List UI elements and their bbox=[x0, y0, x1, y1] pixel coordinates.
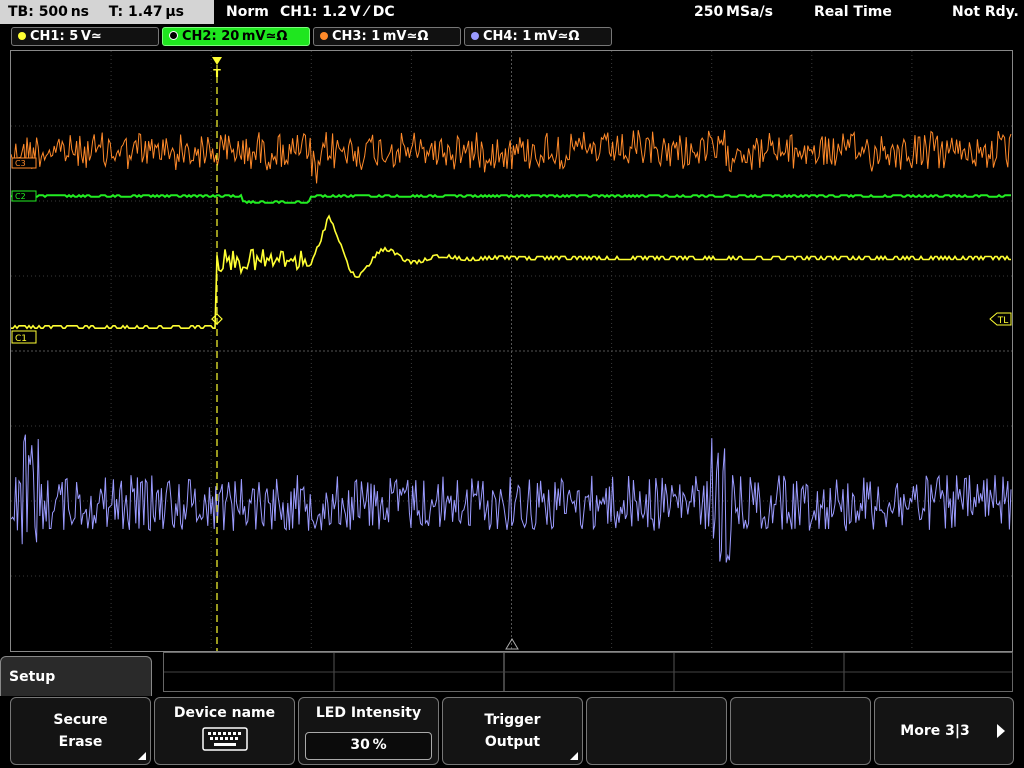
ch4-dot-icon bbox=[471, 32, 479, 40]
ch1-offset-marker[interactable]: C1 bbox=[11, 330, 37, 344]
channel-bar: CH1: 5 V≃ CH2: 20 mV≃Ω CH3: 1 mV≃Ω CH4: … bbox=[0, 24, 1024, 48]
ch3-offset-marker[interactable]: C3 bbox=[11, 157, 37, 169]
trigger-level-label: TL bbox=[997, 316, 1009, 326]
ch2-offset-marker[interactable]: C2 bbox=[11, 190, 37, 202]
sample-rate: 250 MSa/s bbox=[694, 4, 773, 20]
led-intensity-label: LED Intensity bbox=[315, 705, 422, 721]
grid bbox=[11, 51, 1012, 651]
secure-erase-line2: Erase bbox=[58, 734, 103, 750]
trigger-output-line2: Output bbox=[484, 734, 541, 750]
acquisition-mode[interactable]: Real Time bbox=[814, 0, 892, 24]
empty-softkey-5[interactable] bbox=[586, 697, 727, 765]
submenu-triangle-icon bbox=[138, 752, 146, 760]
trigger-output-line1: Trigger bbox=[484, 712, 541, 728]
led-intensity-value[interactable]: 30 % bbox=[305, 732, 432, 760]
trigger-position-marker[interactable]: T bbox=[212, 57, 222, 651]
ch2-dot-icon bbox=[169, 31, 178, 40]
secure-erase-softkey[interactable]: Secure Erase bbox=[10, 697, 151, 765]
ch1-dot-icon bbox=[18, 32, 26, 40]
overview-grid bbox=[164, 653, 1012, 691]
more-label: More 3|3 bbox=[900, 723, 970, 739]
submenu-triangle-icon bbox=[570, 752, 578, 760]
more-softkey[interactable]: More 3|3 bbox=[874, 697, 1014, 765]
device-name-softkey[interactable]: Device name bbox=[154, 697, 295, 765]
channel-3-button[interactable]: CH3: 1 mV≃Ω bbox=[313, 27, 461, 46]
secure-erase-line1: Secure bbox=[53, 712, 108, 728]
led-intensity-softkey[interactable]: LED Intensity 30 % bbox=[298, 697, 439, 765]
arrow-right-icon bbox=[997, 724, 1005, 738]
ch1-label: CH1: 5 V≃ bbox=[30, 29, 102, 44]
ch4-label: CH4: 1 mV≃Ω bbox=[483, 29, 580, 44]
channel-1-button[interactable]: CH1: 5 V≃ bbox=[11, 27, 159, 46]
ch3-dot-icon bbox=[320, 32, 328, 40]
trigger-mode[interactable]: Norm bbox=[226, 0, 269, 24]
keyboard-icon bbox=[201, 727, 248, 755]
trigger-level-marker[interactable]: TL bbox=[989, 312, 1012, 326]
traces bbox=[11, 129, 1012, 563]
ch3-marker-label: C3 bbox=[15, 159, 26, 168]
trigger-status: Not Rdy. bbox=[952, 4, 1019, 20]
ch2-marker-label: C2 bbox=[15, 192, 26, 201]
menu-title: Setup bbox=[9, 669, 56, 685]
channel-4-button[interactable]: CH4: 1 mV≃Ω bbox=[464, 27, 612, 46]
waveform-canvas[interactable]: T TL C1 C2 C3 bbox=[11, 51, 1012, 651]
waveform-display[interactable]: T TL C1 C2 C3 bbox=[10, 50, 1013, 652]
trigger-pos-label: T bbox=[213, 67, 221, 80]
status-bar: TB: 500 ns T: 1.47 µs Norm CH1: 1.2 V ⁄ … bbox=[0, 0, 1024, 24]
trigger-info[interactable]: CH1: 1.2 V ⁄ DC bbox=[280, 0, 395, 24]
trigger-time-label: T: 1.47 µs bbox=[108, 4, 184, 20]
overview-strip bbox=[163, 652, 1013, 692]
ch3-label: CH3: 1 mV≃Ω bbox=[332, 29, 429, 44]
channel-2-button[interactable]: CH2: 20 mV≃Ω bbox=[162, 27, 310, 46]
timebase-label: TB: 500 ns bbox=[8, 4, 90, 20]
trigger-output-softkey[interactable]: Trigger Output bbox=[442, 697, 583, 765]
ch1-marker-label: C1 bbox=[15, 334, 27, 344]
device-name-label: Device name bbox=[173, 705, 276, 721]
timebase-box[interactable]: TB: 500 ns T: 1.47 µs bbox=[0, 0, 214, 24]
ch2-label: CH2: 20 mV≃Ω bbox=[182, 29, 288, 44]
menu-title-tab: Setup bbox=[0, 656, 152, 696]
empty-softkey-6[interactable] bbox=[730, 697, 871, 765]
